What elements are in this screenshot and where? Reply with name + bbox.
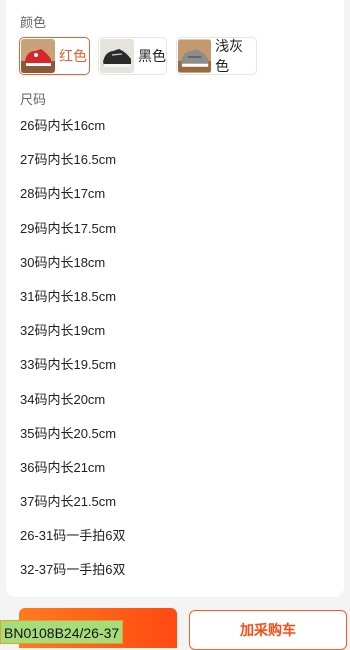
color-option-black[interactable]: 黑色 [98,37,167,75]
sku-code-tag: BN0108B24/26-37 [0,620,124,644]
shoe-thumbnail-light-gray [178,39,212,73]
shoe-thumbnail-red [21,39,55,73]
sku-selector-panel: 颜色 红色 黑色 浅灰色 尺码 26码内长16cm 27码内长16.5cm 28… [6,0,344,597]
size-option[interactable]: 31码内长18.5cm [20,287,125,321]
shoe-thumbnail-black [100,39,134,73]
size-option[interactable]: 26-31码一手拍6双 [20,526,125,560]
add-to-cart-button[interactable]: 加采购车 [189,610,347,650]
size-section-label: 尺码 [20,92,47,107]
size-option[interactable]: 36码内长21cm [20,458,125,492]
size-option[interactable]: 33码内长19.5cm [20,355,125,389]
size-option[interactable]: 26码内长16cm [20,116,125,150]
size-option[interactable]: 28码内长17cm [20,184,125,218]
color-option-label: 浅灰色 [215,38,244,74]
size-option[interactable]: 27码内长16.5cm [20,150,125,184]
size-option[interactable]: 32-37码一手拍6双 [20,560,125,594]
size-option[interactable]: 30码内长18cm [20,253,125,287]
color-option-light-gray[interactable]: 浅灰色 [176,37,257,75]
size-option[interactable]: 29码内长17.5cm [20,219,125,253]
color-option-red[interactable]: 红色 [19,37,90,75]
size-option[interactable]: 35码内长20.5cm [20,424,125,458]
color-option-label: 红色 [59,48,87,64]
size-option[interactable]: 37码内长21.5cm [20,492,125,526]
color-section-label: 颜色 [20,15,47,30]
size-options: 26码内长16cm 27码内长16.5cm 28码内长17cm 29码内长17.… [20,116,125,595]
size-option[interactable]: 34码内长20cm [20,390,125,424]
color-option-label: 黑色 [138,48,166,64]
size-option[interactable]: 32码内长19cm [20,321,125,355]
